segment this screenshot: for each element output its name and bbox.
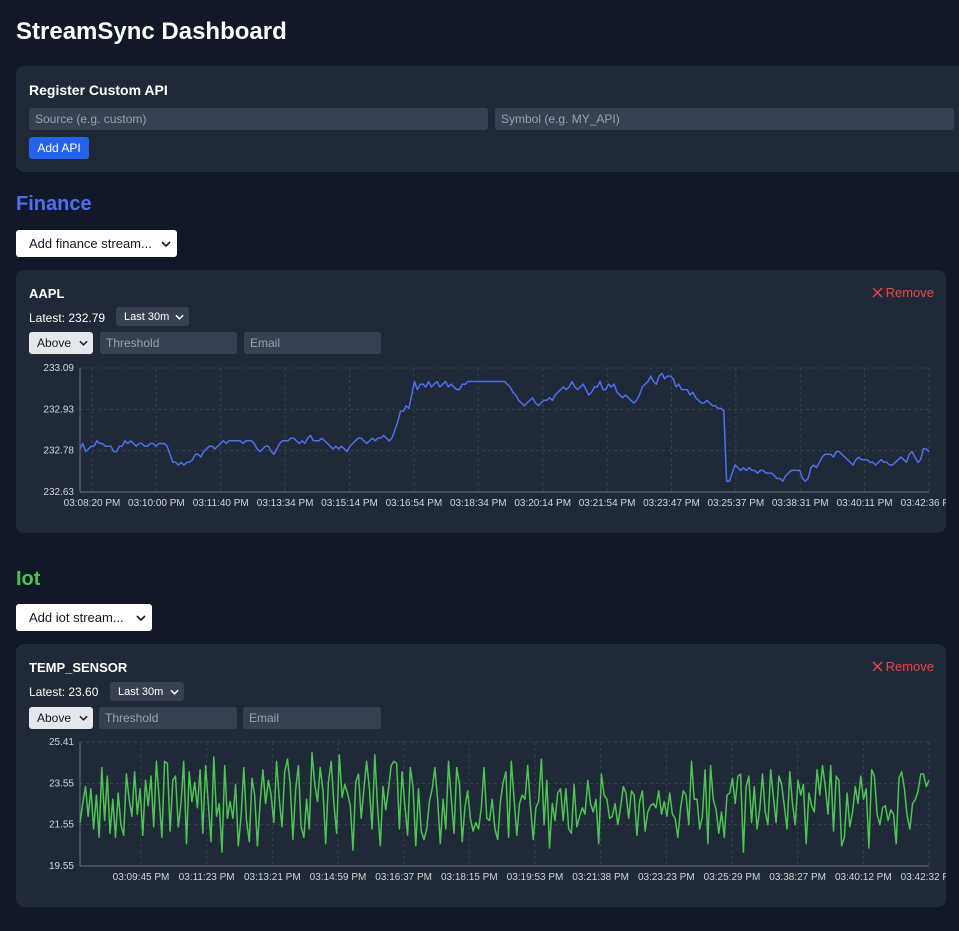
y-tick-label: 233.09 xyxy=(43,363,74,374)
series-line xyxy=(79,372,930,482)
x-tick-label: 03:11:40 PM xyxy=(193,498,249,509)
x-tick-label: 03:23:23 PM xyxy=(638,872,695,883)
iot-section-title: Iot xyxy=(16,568,41,590)
series-line xyxy=(79,752,930,853)
chevron-down-icon xyxy=(161,240,171,247)
finance-stream-card: AAPL Remove Latest: 232.79 Last 30m Abov… xyxy=(16,270,946,533)
x-tick-label: 03:16:37 PM xyxy=(375,872,432,883)
x-tick-label: 03:21:38 PM xyxy=(572,872,629,883)
y-tick-label: 25.41 xyxy=(49,737,74,748)
x-tick-label: 03:40:11 PM xyxy=(837,498,893,509)
register-api-title: Register Custom API xyxy=(29,82,168,98)
x-tick-label: 03:09:45 PM xyxy=(113,872,170,883)
finance-line-chart: 233.09 232.93 232.78 232.6303:08:20 PM 03:10… xyxy=(43,363,946,509)
x-tick-label: 03:38:31 PM xyxy=(772,498,829,509)
add-finance-stream-select[interactable]: Add finance stream... xyxy=(16,230,177,257)
x-tick-label: 03:23:47 PM xyxy=(643,498,700,509)
x-tick-label: 03:10:00 PM xyxy=(128,498,185,509)
x-tick-label: 03:19:53 PM xyxy=(507,872,564,883)
register-api-panel: Register Custom API Add API xyxy=(16,66,959,172)
finance-section-title: Finance xyxy=(16,193,92,215)
chevron-down-icon xyxy=(136,614,146,621)
add-iot-stream-select[interactable]: Add iot stream... xyxy=(16,604,152,631)
x-tick-label: 03:13:21 PM xyxy=(244,872,301,883)
x-tick-label: 03:11:23 PM xyxy=(179,872,235,883)
add-iot-stream-label: Add iot stream... xyxy=(29,610,124,625)
x-tick-label: 03:08:20 PM xyxy=(64,498,121,509)
x-tick-label: 03:18:15 PM xyxy=(441,872,498,883)
iot-line-chart: 25.41 23.55 21.55 19.55 03:09:45 PM 03:11:23 … xyxy=(49,737,946,883)
y-tick-label: 232.63 xyxy=(43,487,74,498)
y-tick-label: 232.78 xyxy=(43,446,74,457)
y-tick-label: 23.55 xyxy=(49,778,74,789)
page-title: StreamSync Dashboard xyxy=(16,18,287,45)
x-tick-label: 03:25:37 PM xyxy=(707,498,764,509)
x-tick-label: 03:42:36 PM xyxy=(901,498,946,509)
y-tick-label: 21.55 xyxy=(49,820,74,831)
y-tick-label: 232.93 xyxy=(43,404,74,415)
x-tick-label: 03:25:29 PM xyxy=(704,872,761,883)
source-input[interactable] xyxy=(29,108,488,130)
x-tick-label: 03:40:12 PM xyxy=(835,872,892,883)
x-tick-label: 03:15:14 PM xyxy=(321,498,378,509)
x-tick-label: 03:42:32 PM xyxy=(901,872,946,883)
x-tick-label: 03:13:34 PM xyxy=(257,498,314,509)
x-tick-label: 03:18:34 PM xyxy=(450,498,507,509)
x-tick-label: 03:38:27 PM xyxy=(769,872,826,883)
x-tick-label: 03:16:54 PM xyxy=(386,498,443,509)
y-tick-label: 19.55 xyxy=(49,861,74,872)
x-tick-label: 03:21:54 PM xyxy=(579,498,636,509)
symbol-input[interactable] xyxy=(495,108,954,130)
x-tick-label: 03:14:59 PM xyxy=(310,872,367,883)
add-api-button[interactable]: Add API xyxy=(29,137,89,159)
iot-stream-card: TEMP_SENSOR Remove Latest: 23.60 Last 30… xyxy=(16,644,946,907)
add-finance-stream-label: Add finance stream... xyxy=(29,236,152,251)
x-tick-label: 03:20:14 PM xyxy=(514,498,571,509)
